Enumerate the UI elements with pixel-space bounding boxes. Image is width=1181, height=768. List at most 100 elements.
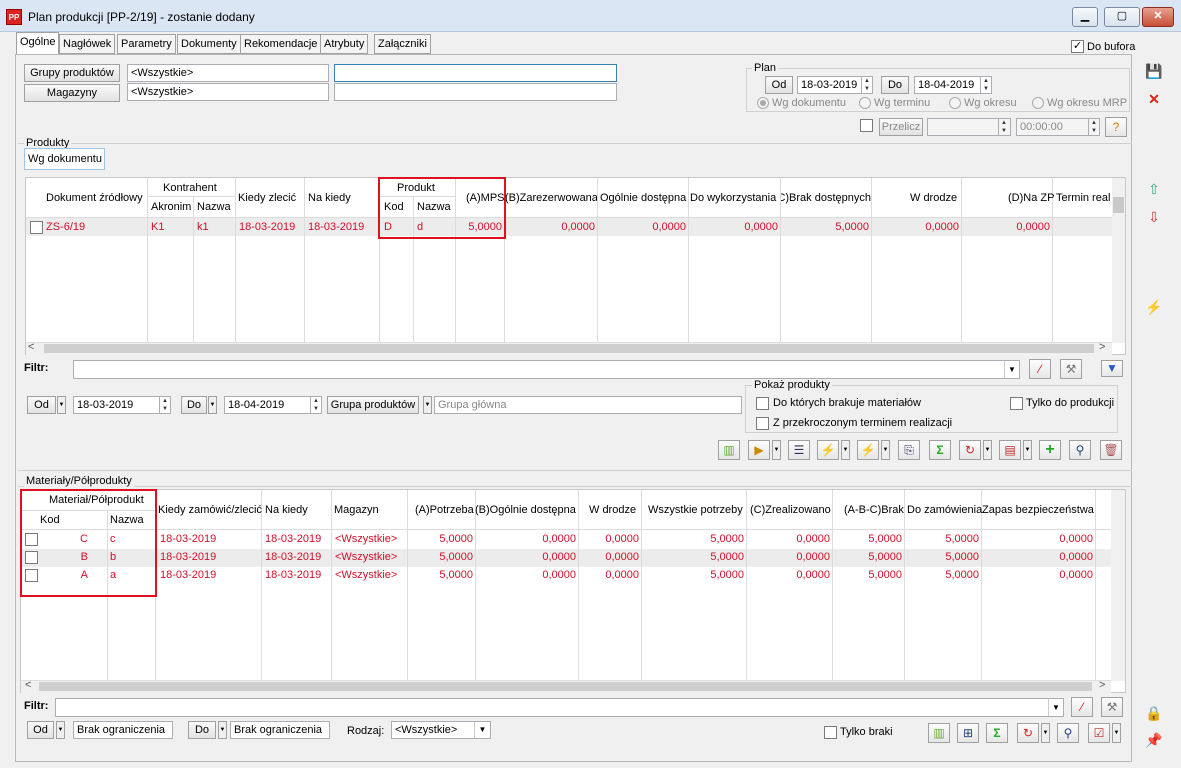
col-magazyn[interactable]: Magazyn: [334, 504, 379, 516]
mat-clear-filter-icon[interactable]: ⁄: [1071, 697, 1093, 717]
grupy-produktow-field[interactable]: <Wszystkie>: [127, 64, 329, 82]
col-ogolnie-dostepna[interactable]: Ogólnie dostępna: [600, 192, 686, 204]
materialy-hscroll-thumb[interactable]: [39, 682, 1092, 691]
col-zapas-bezpieczenstwa[interactable]: Zapas bezpieczeństwa: [982, 504, 1095, 516]
plan-od-button[interactable]: Od: [765, 76, 793, 94]
col-na-kiedy[interactable]: Na kiedy: [308, 192, 351, 204]
refresh-icon[interactable]: ↻: [959, 440, 981, 460]
save-icon[interactable]: 💾: [1143, 61, 1165, 83]
col-mat-brak[interactable]: (A-B-C)Brak: [844, 504, 904, 516]
materialy-do-dropdown[interactable]: ▼: [218, 721, 227, 739]
tab-ogolne[interactable]: Ogólne: [16, 32, 60, 55]
materialy-vscroll[interactable]: [1111, 490, 1125, 681]
grupa-produktow-button[interactable]: Grupa produktów: [327, 396, 419, 414]
tab-zalaczniki[interactable]: Załączniki: [374, 34, 431, 54]
search-icon[interactable]: ⚲: [1069, 440, 1091, 460]
materialy-filtr-dropdown-icon[interactable]: ▼: [1048, 699, 1063, 716]
tylko-braki-checkbox[interactable]: [824, 726, 837, 739]
produkty-do-dropdown[interactable]: ▼: [208, 396, 217, 414]
generate-icon[interactable]: ⚡: [817, 440, 839, 460]
col-akronim[interactable]: Akronim: [151, 201, 191, 213]
mat-search-icon[interactable]: ⚲: [1057, 723, 1079, 743]
close-button[interactable]: ✕: [1142, 7, 1174, 27]
mat-hierarchy-icon[interactable]: ⊞: [957, 723, 979, 743]
col-kontrahent-nazwa[interactable]: Nazwa: [197, 201, 231, 213]
generate-dropdown[interactable]: ▼: [841, 440, 850, 460]
materialy-od-button[interactable]: Od: [27, 721, 54, 739]
materialy-od-dropdown[interactable]: ▼: [56, 721, 65, 739]
plan-od-spinner[interactable]: ▲ ▼: [861, 77, 872, 93]
col-mat-ogolnie-dostepna[interactable]: (B)Ogólnie dostępna: [475, 504, 578, 516]
col-termin-real[interactable]: Termin real: [1056, 192, 1111, 204]
produkty-vscroll-thumb[interactable]: [1113, 197, 1124, 213]
magazyny-button[interactable]: Magazyny: [24, 84, 120, 102]
magazyny-field[interactable]: <Wszystkie>: [127, 83, 329, 101]
do-bufora-checkbox[interactable]: ✓: [1071, 40, 1084, 53]
produkty-hscroll-thumb[interactable]: [44, 344, 1094, 353]
clear-filter-icon[interactable]: ⁄: [1029, 359, 1051, 379]
produkty-do-date[interactable]: 18-04-2019: [224, 396, 322, 414]
mat-scroll-left-icon[interactable]: <: [25, 679, 31, 691]
refresh-dropdown[interactable]: ▼: [983, 440, 992, 460]
produkty-row-doc[interactable]: ZS-6/19: [46, 221, 85, 233]
rodzaj-dropdown-icon[interactable]: ▼: [474, 722, 490, 738]
tab-naglowek[interactable]: Nagłówek: [59, 34, 116, 54]
grupy-produktow-button[interactable]: Grupy produktów: [24, 64, 120, 82]
tab-wg-dokumentu[interactable]: Wg dokumentu: [24, 148, 105, 170]
mat-refresh-icon[interactable]: ↻: [1017, 723, 1039, 743]
help-icon[interactable]: ?: [1105, 117, 1127, 137]
produkty-od-dropdown[interactable]: ▼: [57, 396, 66, 414]
col-potrzeba[interactable]: (A)Potrzeba: [415, 504, 474, 516]
radio-wg-okresu-mrp[interactable]: [1032, 97, 1044, 109]
opt-przekroczony-termin-checkbox[interactable]: [756, 417, 769, 430]
radio-wg-dokumentu[interactable]: [757, 97, 769, 109]
chart-icon[interactable]: ▥: [718, 440, 740, 460]
materialy-od-field[interactable]: Brak ograniczenia: [73, 721, 173, 739]
col-na-zp[interactable]: (D)Na ZP: [1008, 192, 1054, 204]
produkty-od-spinner[interactable]: ▲ ▼: [159, 397, 170, 413]
pin-icon[interactable]: 📌: [1143, 730, 1165, 752]
materialy-do-button[interactable]: Do: [188, 721, 216, 739]
mat-filter-tools-icon[interactable]: ⚒: [1101, 697, 1123, 717]
produkty-do-button[interactable]: Do: [181, 396, 207, 414]
produkty-od-button[interactable]: Od: [27, 396, 56, 414]
produkty-filtr-input[interactable]: [73, 360, 1020, 379]
col-kiedy-zlecic[interactable]: Kiedy zlecić: [238, 192, 296, 204]
col-wszystkie-potrzeby[interactable]: Wszystkie potrzeby: [648, 504, 743, 516]
przelicz-button[interactable]: Przelicz: [879, 118, 923, 136]
opt-tylko-do-produkcji-checkbox[interactable]: [1010, 397, 1023, 410]
delete-icon[interactable]: 🗑: [1100, 440, 1122, 460]
mat-chart-icon[interactable]: ▥: [928, 723, 950, 743]
col-do-wykorzystania[interactable]: Do wykorzystania: [690, 192, 776, 204]
filter-tools-icon[interactable]: ⚒: [1060, 359, 1082, 379]
generate-green-dropdown[interactable]: ▼: [881, 440, 890, 460]
move-dropdown[interactable]: ▼: [772, 440, 781, 460]
filter-apply-icon[interactable]: ▼: [1101, 360, 1123, 377]
mat-generate-dropdown[interactable]: ▼: [1112, 723, 1121, 743]
scroll-right-icon[interactable]: >: [1099, 341, 1105, 353]
mat-refresh-dropdown[interactable]: ▼: [1041, 723, 1050, 743]
report-dropdown[interactable]: ▼: [1023, 440, 1032, 460]
opt-brakuje-materialow-checkbox[interactable]: [756, 397, 769, 410]
materialy-do-field[interactable]: Brak ograniczenia: [230, 721, 330, 739]
document-icon[interactable]: ⎘: [898, 440, 920, 460]
col-zarezerwowana[interactable]: (B)Zarezerwowana: [505, 192, 597, 204]
plan-do-button[interactable]: Do: [881, 76, 909, 94]
col-mat-na-kiedy[interactable]: Na kiedy: [265, 504, 308, 516]
radio-wg-terminu[interactable]: [859, 97, 871, 109]
tab-parametry[interactable]: Parametry: [117, 34, 176, 54]
report-icon[interactable]: ▤: [999, 440, 1021, 460]
import-icon[interactable]: ⇩: [1143, 207, 1165, 229]
lock-icon[interactable]: 🔒: [1143, 703, 1165, 725]
move-icon[interactable]: ▶: [748, 440, 770, 460]
grupy-extra-field[interactable]: [334, 64, 617, 82]
przelicz-time-spinner[interactable]: ▲ ▼: [1088, 119, 1099, 135]
col-w-drodze[interactable]: W drodze: [910, 192, 957, 204]
magazyny-extra-field[interactable]: [334, 83, 617, 101]
col-do-zamowienia[interactable]: Do zamówienia: [907, 504, 982, 516]
radio-wg-okresu[interactable]: [949, 97, 961, 109]
materialy-filtr-input[interactable]: [55, 698, 1064, 717]
mat-generate-icon[interactable]: ☑: [1088, 723, 1110, 743]
col-zrealizowano[interactable]: (C)Zrealizowano: [750, 504, 831, 516]
tab-rekomendacje[interactable]: Rekomendacje: [240, 34, 322, 54]
